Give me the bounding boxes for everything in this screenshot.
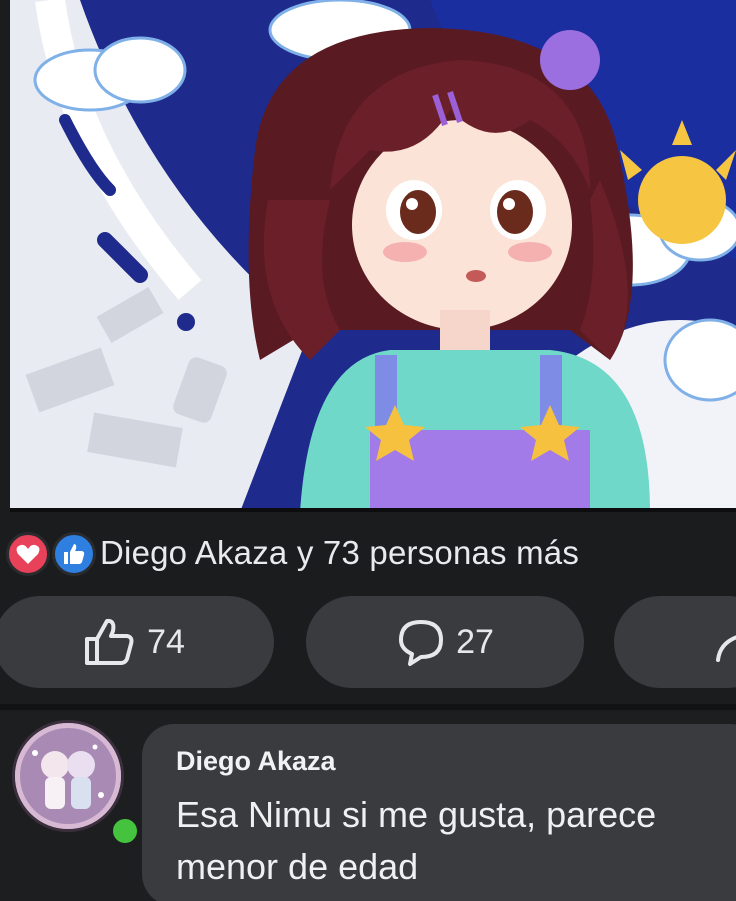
heart-reaction-icon	[6, 532, 50, 576]
comment-button[interactable]: 27	[306, 596, 584, 688]
online-status-dot	[108, 814, 142, 848]
thumbs-up-icon	[85, 618, 134, 665]
avatar[interactable]	[12, 720, 124, 832]
reactions-summary-text[interactable]: Diego Akaza y 73 personas más	[100, 534, 579, 572]
post-actions: 74 27	[0, 596, 736, 692]
comment-author[interactable]: Diego Akaza	[176, 746, 736, 777]
like-button[interactable]: 74	[0, 596, 274, 688]
like-count: 74	[147, 622, 185, 661]
commenter-avatar-wrap[interactable]	[12, 720, 142, 848]
avatar-illustration	[15, 723, 121, 829]
anime-girl-illustration	[10, 0, 736, 508]
comment-item: Diego Akaza Esa Nimu si me gusta, parece…	[0, 712, 736, 901]
share-button[interactable]	[614, 596, 736, 688]
thumbs-up-reaction-icon	[52, 532, 96, 576]
reactions-summary[interactable]: Diego Akaza y 73 personas más	[0, 520, 736, 586]
share-arrow-icon	[716, 635, 736, 662]
reaction-icons	[4, 528, 100, 578]
post-image[interactable]	[10, 0, 736, 512]
comment-count: 27	[456, 622, 494, 661]
section-divider	[0, 704, 736, 710]
comment-bubble-icon	[399, 620, 444, 666]
facebook-post-screen: Diego Akaza y 73 personas más 74 27 Dieg…	[0, 0, 736, 901]
comment-text: Esa Nimu si me gusta, parece menor de ed…	[176, 794, 657, 887]
comment-bubble[interactable]: Diego Akaza Esa Nimu si me gusta, parece…	[142, 724, 736, 901]
